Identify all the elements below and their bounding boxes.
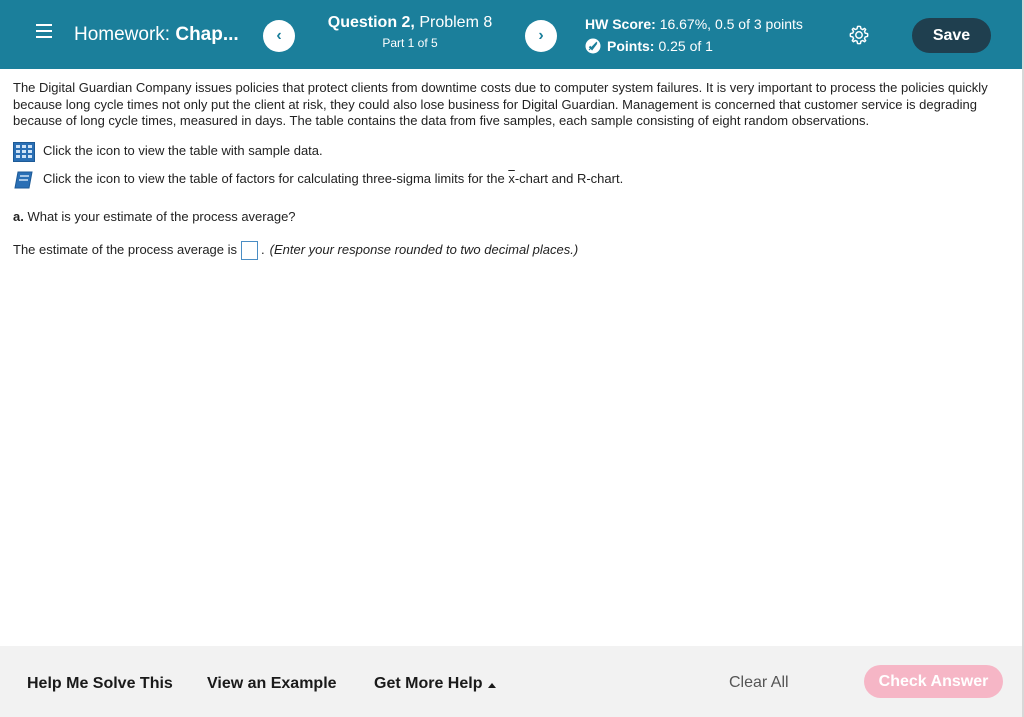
question-indicator: Question 2, Problem 8 Part 1 of 5	[310, 14, 510, 50]
question-a: a. What is your estimate of the process …	[13, 209, 1003, 226]
get-more-help-label: Get More Help	[374, 675, 483, 692]
part-indicator: Part 1 of 5	[382, 36, 438, 50]
hw-score: HW Score: 16.67%, 0.5 of 3 points	[585, 16, 803, 32]
next-question-button[interactable]: ›	[525, 20, 557, 52]
answer-prefix: The estimate of the process average is	[13, 242, 238, 258]
process-average-input[interactable]	[241, 241, 259, 260]
caret-up-icon	[488, 682, 497, 688]
save-button[interactable]: Save	[912, 18, 991, 53]
factors-text: Click the icon to view the table of fact…	[43, 171, 623, 188]
previous-question-button[interactable]: ‹	[263, 20, 295, 52]
answer-suffix: .	[261, 242, 265, 258]
homework-name: Chap...	[175, 24, 239, 45]
answer-hint: (Enter your response rounded to two deci…	[269, 242, 579, 258]
partial-credit-icon	[585, 38, 601, 54]
view-example-button[interactable]: View an Example	[207, 675, 337, 693]
question-content: The Digital Guardian Company issues poli…	[13, 80, 1003, 260]
book-icon[interactable]	[13, 170, 35, 190]
get-more-help-button[interactable]: Get More Help	[374, 675, 497, 693]
sample-data-row: Click the icon to view the table with sa…	[13, 141, 1003, 162]
menu-icon[interactable]	[36, 24, 52, 40]
factors-text-after: -chart and R-chart.	[514, 171, 624, 187]
factors-row: Click the icon to view the table of fact…	[13, 170, 1003, 190]
problem-intro: The Digital Guardian Company issues poli…	[13, 80, 988, 128]
chevron-right-icon: ›	[538, 27, 544, 44]
top-bar: Homework: Chap... ‹ Question 2, Problem …	[0, 0, 1022, 69]
chevron-left-icon: ‹	[276, 27, 282, 44]
problem-number: Problem 8	[419, 14, 493, 31]
score-summary: HW Score: 16.67%, 0.5 of 3 points Points…	[585, 16, 803, 54]
answer-line: The estimate of the process average is .…	[13, 241, 1003, 260]
gear-icon[interactable]	[848, 24, 870, 46]
homework-title[interactable]: Homework: Chap...	[74, 24, 239, 46]
factors-text-before: Click the icon to view the table of fact…	[43, 171, 509, 187]
homework-prefix: Homework:	[74, 24, 171, 45]
question-a-label: a.	[13, 208, 24, 224]
points-value: 0.25 of 1	[658, 38, 713, 54]
hw-score-label: HW Score:	[585, 16, 656, 32]
sample-data-text: Click the icon to view the table with sa…	[43, 143, 323, 159]
help-me-solve-button[interactable]: Help Me Solve This	[27, 675, 173, 693]
points-label: Points:	[607, 38, 655, 54]
clear-all-button[interactable]: Clear All	[729, 674, 789, 692]
hw-score-value: 16.67%, 0.5 of 3 points	[659, 16, 803, 32]
points: Points: 0.25 of 1	[585, 38, 803, 54]
check-answer-button[interactable]: Check Answer	[864, 665, 1003, 698]
question-a-text: What is your estimate of the process ave…	[23, 208, 296, 224]
footer-bar: Help Me Solve This View an Example Get M…	[0, 646, 1022, 717]
question-title: Question 2, Problem 8	[310, 14, 510, 32]
question-number: Question 2,	[327, 14, 415, 31]
data-table-icon[interactable]	[13, 141, 35, 162]
